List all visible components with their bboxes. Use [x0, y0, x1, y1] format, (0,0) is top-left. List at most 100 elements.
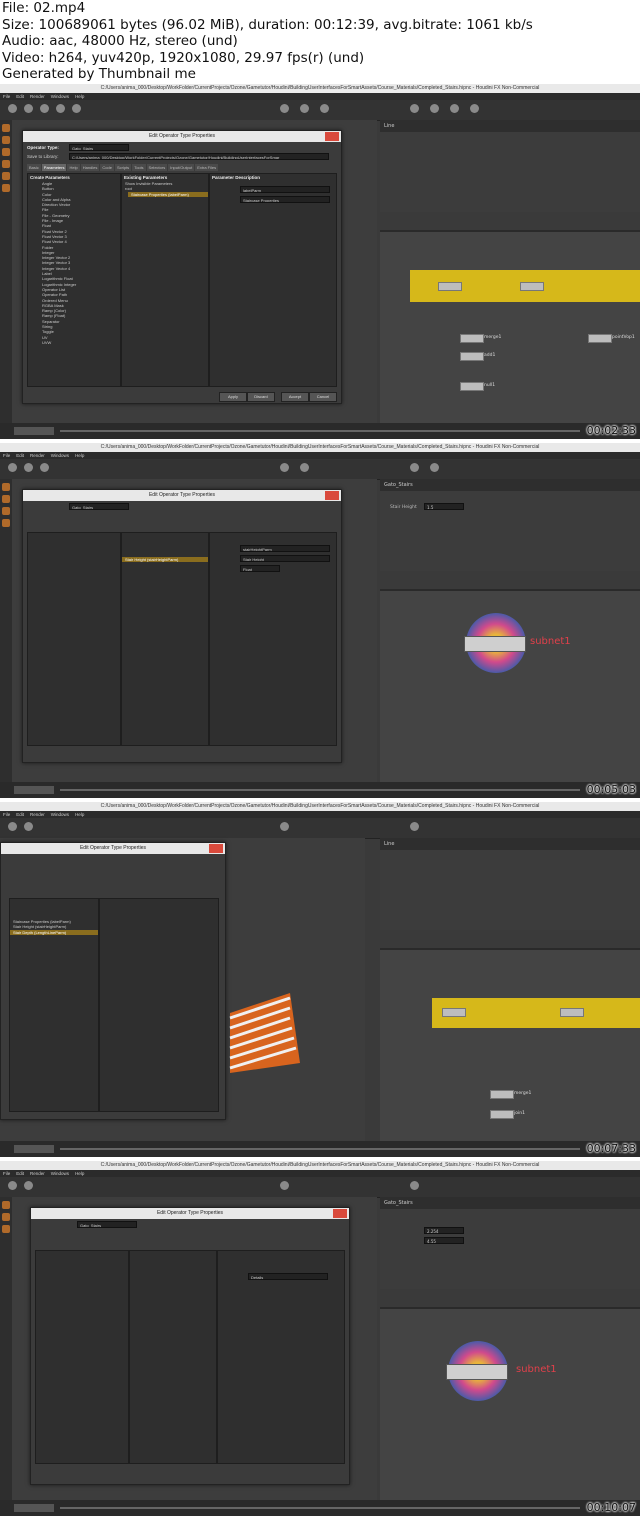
timeline-bar[interactable] — [0, 782, 640, 798]
tool-icon[interactable] — [2, 148, 10, 156]
network-editor[interactable]: merge1 pointVop1 add1 null1 — [380, 230, 640, 423]
menu-file[interactable]: File — [3, 94, 10, 99]
tab-parameters[interactable]: Parameters — [41, 164, 67, 171]
param-name-field[interactable]: stairHeightParm — [240, 545, 330, 552]
create-param-item[interactable]: UVW — [42, 340, 120, 345]
shelf-tool-icon[interactable] — [300, 463, 309, 472]
subnet-node[interactable] — [446, 1364, 508, 1380]
playback-controls[interactable] — [14, 1504, 54, 1512]
shelf-tool-icon[interactable] — [40, 104, 49, 113]
tool-icon[interactable] — [2, 519, 10, 527]
shelf-tool-icon[interactable] — [8, 1181, 17, 1190]
shelf-tool-icon[interactable] — [450, 104, 459, 113]
shelf-tool-icon[interactable] — [410, 822, 419, 831]
network-editor[interactable]: subnet1 — [380, 1307, 640, 1500]
save-library-field[interactable]: C:/Users/anima_000/Desktop/WorkFolder/Cu… — [69, 153, 329, 160]
menu-file[interactable]: File — [3, 812, 10, 817]
tool-icon[interactable] — [2, 1213, 10, 1221]
timeline-track[interactable] — [60, 1148, 580, 1150]
network-node[interactable] — [490, 1090, 514, 1099]
tab-input-output[interactable]: Input/Output — [168, 164, 195, 171]
timeline-track[interactable] — [60, 430, 580, 432]
discard-button[interactable]: Discard — [247, 392, 275, 402]
tool-icon[interactable] — [2, 495, 10, 503]
menu-render[interactable]: Render — [30, 812, 45, 817]
shelf-tool-icon[interactable] — [24, 822, 33, 831]
tool-icon[interactable] — [2, 136, 10, 144]
shelf-tool-icon[interactable] — [72, 104, 81, 113]
network-node[interactable] — [490, 1110, 514, 1119]
shelf-tool-icon[interactable] — [300, 104, 309, 113]
menu-edit[interactable]: Edit — [16, 94, 24, 99]
shelf-tool-icon[interactable] — [56, 104, 65, 113]
param-label-field[interactable]: Stair Height — [240, 555, 330, 562]
tab-code[interactable]: Code — [100, 164, 114, 171]
tab-tools[interactable]: Tools — [132, 164, 146, 171]
stair-height-field[interactable]: 1.5 — [424, 503, 464, 510]
shelf-tool-icon[interactable] — [430, 463, 439, 472]
menu-edit[interactable]: Edit — [16, 453, 24, 458]
existing-parameters-list[interactable]: Show Invisible Parameters root Staircase… — [122, 181, 208, 197]
existing-param-selected[interactable]: Stair Depth (LengthLineParm) — [10, 929, 98, 935]
shelf-tool-icon[interactable] — [280, 463, 289, 472]
tab-scripts[interactable]: Scripts — [114, 164, 132, 171]
param-pane[interactable] — [380, 850, 640, 930]
network-editor[interactable]: merge1 join1 — [380, 948, 640, 1141]
shelf-tool-icon[interactable] — [410, 104, 419, 113]
cancel-button[interactable]: Cancel — [309, 392, 337, 402]
folder-label-field[interactable]: Details — [248, 1273, 328, 1280]
subnet-node[interactable] — [464, 636, 526, 652]
existing-param-selected[interactable]: Stair Height (stairHeightParm) — [122, 557, 208, 563]
menu-render[interactable]: Render — [30, 453, 45, 458]
stair-depth-field[interactable]: 4.55 — [424, 1237, 464, 1244]
menu-help[interactable]: Help — [75, 94, 84, 99]
shelf-tool-icon[interactable] — [8, 104, 17, 113]
timeline-bar[interactable] — [0, 1141, 640, 1157]
tab-basic[interactable]: Basic — [27, 164, 41, 171]
close-icon[interactable] — [325, 132, 339, 141]
shelf-tool-icon[interactable] — [410, 463, 419, 472]
menu-file[interactable]: File — [3, 1171, 10, 1176]
tool-icon[interactable] — [2, 184, 10, 192]
network-node[interactable] — [442, 1008, 466, 1017]
network-node[interactable] — [460, 382, 484, 391]
menu-help[interactable]: Help — [75, 1171, 84, 1176]
timeline-track[interactable] — [60, 789, 580, 791]
network-node[interactable] — [438, 282, 462, 291]
tab-help[interactable]: Help — [67, 164, 80, 171]
shelf-tool-icon[interactable] — [320, 104, 329, 113]
param-pane[interactable]: 2.254 4.55 — [380, 1209, 640, 1289]
shelf-tool-icon[interactable] — [24, 463, 33, 472]
shelf-tool-icon[interactable] — [410, 1181, 419, 1190]
menu-windows[interactable]: Windows — [51, 94, 69, 99]
menu-windows[interactable]: Windows — [51, 1171, 69, 1176]
menu-file[interactable]: File — [3, 453, 10, 458]
shelf-tool-icon[interactable] — [280, 822, 289, 831]
menu-render[interactable]: Render — [30, 1171, 45, 1176]
create-parameters-list[interactable]: Angle Button Color Color and Alpha Direction… — [28, 181, 120, 345]
menu-help[interactable]: Help — [75, 812, 84, 817]
tab-selectors[interactable]: Selectors — [146, 164, 168, 171]
shelf-tool-icon[interactable] — [280, 104, 289, 113]
tab-extra-files[interactable]: Extra Files — [195, 164, 219, 171]
shelf-tool-icon[interactable] — [8, 822, 17, 831]
tool-icon[interactable] — [2, 160, 10, 168]
tool-icon[interactable] — [2, 172, 10, 180]
network-node[interactable] — [588, 334, 612, 343]
timeline-bar[interactable] — [0, 423, 640, 439]
operator-type-field[interactable]: Gato_Stairs — [69, 144, 129, 151]
close-icon[interactable] — [209, 844, 223, 853]
close-icon[interactable] — [325, 491, 339, 500]
menu-edit[interactable]: Edit — [16, 1171, 24, 1176]
shelf-tool-icon[interactable] — [8, 463, 17, 472]
tool-icon[interactable] — [2, 507, 10, 515]
menu-windows[interactable]: Windows — [51, 812, 69, 817]
param-pane[interactable]: Stair Height 1.5 — [380, 491, 640, 571]
timeline-track[interactable] — [60, 1507, 580, 1509]
shelf-tool-icon[interactable] — [24, 104, 33, 113]
param-label-field[interactable]: Staircase Properties — [240, 196, 330, 203]
param-name-field[interactable]: labelParm — [240, 186, 330, 193]
menu-render[interactable]: Render — [30, 94, 45, 99]
network-node[interactable] — [460, 334, 484, 343]
tool-icon[interactable] — [2, 1201, 10, 1209]
